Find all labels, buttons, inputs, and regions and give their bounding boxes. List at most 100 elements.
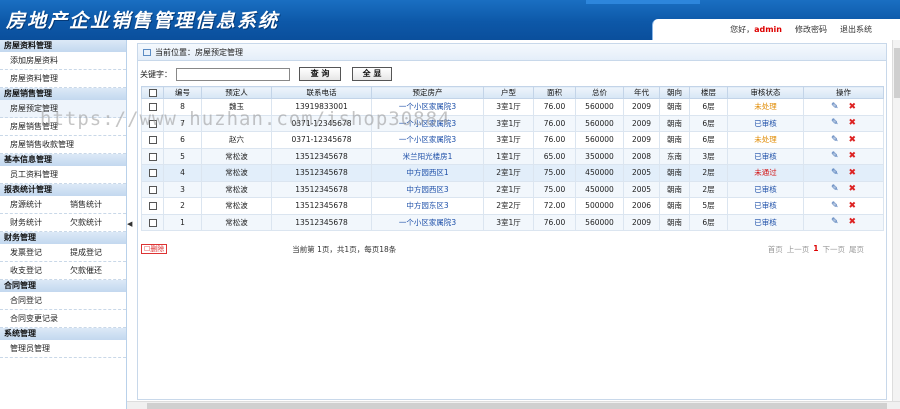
change-password-link[interactable]: 修改密码	[795, 24, 827, 35]
horizontal-scroll-thumb[interactable]	[147, 403, 887, 409]
cell-property[interactable]: 一个小区家属院3	[371, 131, 484, 149]
delete-icon[interactable]: ✖	[849, 217, 857, 227]
cell-property[interactable]: 中方园东区3	[371, 197, 484, 215]
row-checkbox[interactable]	[148, 136, 157, 145]
row-select[interactable]	[141, 213, 164, 231]
sidebar-item-staff[interactable]: 员工资料管理	[0, 166, 126, 184]
cell-price: 560000	[575, 213, 624, 231]
vertical-scrollbar[interactable]	[892, 40, 900, 402]
search-input[interactable]	[176, 67, 290, 81]
sidebar-item-add-house[interactable]: 添加房屋资料	[0, 52, 126, 70]
sidebar-item-debt-collect[interactable]: 欠款催还	[60, 262, 120, 279]
sidebar-item-house-stats[interactable]: 房源统计	[0, 196, 60, 213]
row-select[interactable]	[141, 164, 164, 182]
pager-last[interactable]: 尾页	[849, 244, 864, 255]
cell-property[interactable]: 一个小区家属院3	[371, 98, 484, 116]
row-checkbox[interactable]	[148, 218, 157, 227]
edit-icon[interactable]: ✎	[831, 168, 839, 178]
edit-icon[interactable]: ✎	[831, 135, 839, 145]
table-row: 1 常松波 13512345678 一个小区家属院3 3室1厅 76.00 560000 20…	[141, 213, 884, 231]
row-checkbox[interactable]	[148, 152, 157, 161]
sidebar-section-basic-info[interactable]: 基本信息管理	[0, 154, 126, 166]
delete-icon[interactable]: ✖	[849, 201, 857, 211]
select-all-checkbox[interactable]	[148, 89, 157, 97]
sidebar-item-contract-change[interactable]: 合同变更记录	[0, 310, 126, 328]
cell-property[interactable]: 一个小区家属院3	[371, 114, 484, 132]
sidebar-section-house-data[interactable]: 房屋资料管理	[0, 40, 126, 52]
delete-icon[interactable]: ✖	[849, 151, 857, 161]
row-checkbox[interactable]	[148, 103, 157, 112]
cell-property[interactable]: 一个小区家属院3	[371, 213, 484, 231]
row-select[interactable]	[141, 197, 164, 215]
row-select[interactable]	[141, 180, 164, 198]
app-header: 房地产企业销售管理信息系统 您好，admin 修改密码 退出系统	[0, 0, 900, 40]
pager-next[interactable]: 下一页	[823, 244, 846, 255]
sidebar-item-sales-payment[interactable]: 房屋销售收款管理	[0, 136, 126, 154]
sidebar-row: 发票登记 提成登记	[0, 244, 126, 262]
cell-type: 2室1厅	[483, 164, 534, 182]
delete-button-label: 删除	[150, 245, 165, 253]
page-info: 当前第 1页，共1页，每页18条	[292, 244, 397, 254]
vertical-scroll-thumb[interactable]	[894, 48, 900, 98]
edit-icon[interactable]: ✎	[831, 118, 839, 128]
row-select[interactable]	[141, 114, 164, 132]
sidebar-item-house-data[interactable]: 房屋资料管理	[0, 70, 126, 88]
sidebar-section-reports[interactable]: 报表统计管理	[0, 184, 126, 196]
show-all-button[interactable]: 全 显	[352, 67, 392, 81]
delete-button[interactable]: ☐删除	[141, 244, 168, 254]
edit-icon[interactable]: ✎	[831, 151, 839, 161]
sidebar-item-admin[interactable]: 管理员管理	[0, 340, 126, 358]
cell-name	[201, 114, 272, 132]
edit-icon[interactable]: ✎	[831, 102, 839, 112]
row-select[interactable]	[141, 98, 164, 116]
sidebar-item-invoice[interactable]: 发票登记	[0, 244, 60, 261]
sidebar-item-commission[interactable]: 提成登记	[60, 244, 120, 261]
pager-first[interactable]: 首页	[768, 244, 783, 255]
sidebar-item-sales[interactable]: 房屋销售管理	[0, 118, 126, 136]
sidebar-item-contract-register[interactable]: 合同登记	[0, 292, 126, 310]
row-select[interactable]	[141, 147, 164, 165]
delete-icon[interactable]: ✖	[849, 168, 857, 178]
sidebar-item-debt-stats[interactable]: 欠款统计	[60, 214, 120, 231]
query-button[interactable]: 查 询	[299, 67, 341, 81]
sidebar-item-income-expense[interactable]: 收支登记	[0, 262, 60, 279]
sidebar-item-reservation[interactable]: 房屋预定管理	[0, 100, 126, 118]
edit-icon[interactable]: ✎	[831, 184, 839, 194]
header-select-all[interactable]	[141, 86, 164, 99]
sidebar-item-finance-stats[interactable]: 财务统计	[0, 214, 60, 231]
pager: 首页 上一页 1 下一页 尾页	[768, 244, 864, 255]
header-id: 编号	[163, 86, 202, 99]
horizontal-scrollbar[interactable]	[127, 401, 900, 409]
cell-actions: ✎ ✖	[803, 164, 884, 182]
delete-icon[interactable]: ✖	[849, 102, 857, 112]
delete-icon[interactable]: ✖	[849, 118, 857, 128]
delete-icon[interactable]: ✖	[849, 184, 857, 194]
collapse-arrow-icon[interactable]: ◀	[127, 220, 132, 228]
row-checkbox[interactable]	[148, 169, 157, 178]
sidebar-item-sales-stats[interactable]: 销售统计	[60, 196, 120, 213]
cell-name: 常松波	[201, 147, 272, 165]
cell-property[interactable]: 中方园西区1	[371, 164, 484, 182]
row-checkbox[interactable]	[148, 119, 157, 128]
sidebar-section-sales[interactable]: 房屋销售管理	[0, 88, 126, 100]
edit-icon[interactable]: ✎	[831, 217, 839, 227]
pager-prev[interactable]: 上一页	[787, 244, 810, 255]
cell-property[interactable]: 中方园西区3	[371, 180, 484, 198]
sidebar-section-finance[interactable]: 财务管理	[0, 232, 126, 244]
sidebar: 房屋资料管理 添加房屋资料 房屋资料管理 房屋销售管理 房屋预定管理 房屋销售管…	[0, 40, 127, 409]
cell-status: 已审核	[727, 180, 804, 198]
header-reserver: 预定人	[201, 86, 272, 99]
sidebar-section-system[interactable]: 系统管理	[0, 328, 126, 340]
cell-property[interactable]: 米兰阳光楼房1	[371, 147, 484, 165]
sidebar-section-contract[interactable]: 合同管理	[0, 280, 126, 292]
logout-link[interactable]: 退出系统	[840, 24, 872, 35]
row-select[interactable]	[141, 131, 164, 149]
row-checkbox[interactable]	[148, 185, 157, 194]
cell-year: 2009	[623, 131, 660, 149]
row-checkbox[interactable]	[148, 202, 157, 211]
sidebar-row: 收支登记 欠款催还	[0, 262, 126, 280]
edit-icon[interactable]: ✎	[831, 201, 839, 211]
cell-floor: 3层	[689, 147, 728, 165]
delete-icon[interactable]: ✖	[849, 135, 857, 145]
cell-id: 7	[163, 114, 202, 132]
